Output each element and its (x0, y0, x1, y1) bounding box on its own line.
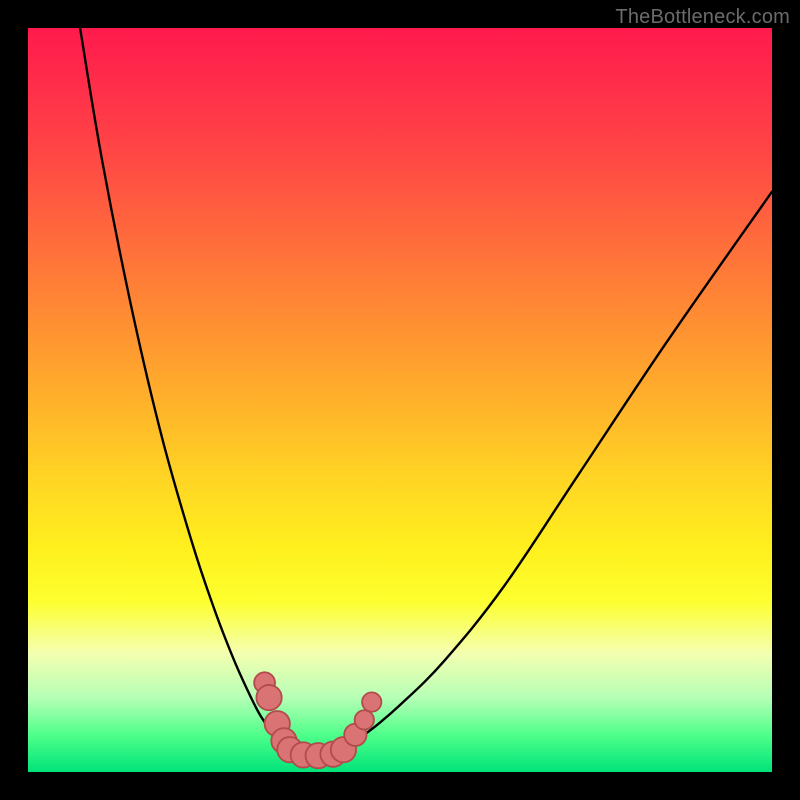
curve-right-branch (347, 192, 772, 746)
optimum-node (355, 710, 374, 729)
watermark-text: TheBottleneck.com (615, 6, 790, 29)
optimum-node (362, 692, 381, 711)
optimum-nodes (254, 672, 381, 768)
optimum-node (256, 685, 281, 710)
bottleneck-chart (28, 28, 772, 772)
chart-frame (28, 28, 772, 772)
curve-left-branch (80, 28, 285, 746)
